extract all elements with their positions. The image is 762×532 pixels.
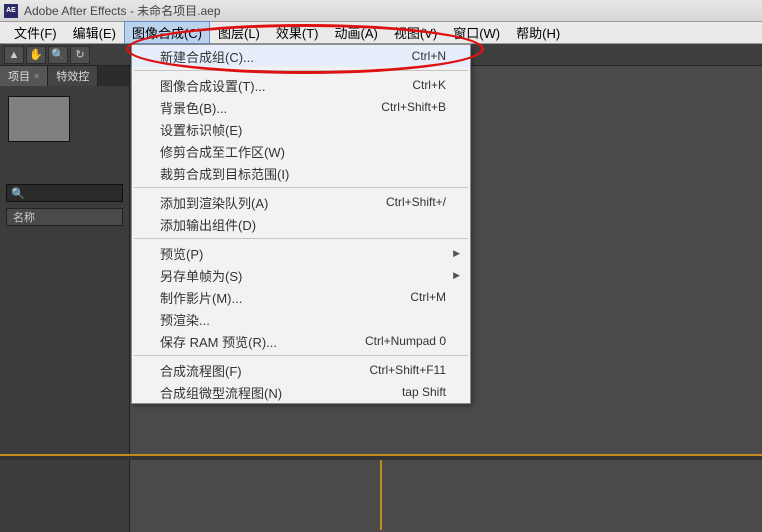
menu-item-shortcut: Ctrl+K <box>412 78 446 92</box>
menu-item-label: 预览(P) <box>160 244 446 263</box>
menu-item-shortcut: Ctrl+Shift+B <box>381 100 446 114</box>
menu-item-label: 添加到渲染队列(A) <box>160 193 386 212</box>
project-thumbnail[interactable] <box>8 96 70 142</box>
menu-item-1[interactable]: 编辑(E) <box>65 21 124 44</box>
menu-item-label: 新建合成组(C)... <box>160 47 412 66</box>
menu-item-6[interactable]: 裁剪合成到目标范围(I) <box>132 162 470 184</box>
menu-item-label: 背景色(B)... <box>160 98 381 117</box>
menu-item-4[interactable]: 设置标识帧(E) <box>132 118 470 140</box>
menu-separator <box>134 238 468 239</box>
menu-item-shortcut: Ctrl+M <box>410 290 446 304</box>
menu-item-5[interactable]: 修剪合成至工作区(W) <box>132 140 470 162</box>
menu-item-0[interactable]: 文件(F) <box>6 21 65 44</box>
thumbnail-label <box>10 152 119 154</box>
menu-item-18[interactable]: 合成组微型流程图(N)tap Shift <box>132 381 470 403</box>
project-panel: 项目 × 特效控 🔍 名称 <box>0 66 130 532</box>
panel-tabs: 项目 × 特效控 <box>0 66 129 86</box>
menu-item-8[interactable]: 帮助(H) <box>508 21 568 44</box>
menu-item-12[interactable]: 另存单帧为(S) ▶ <box>132 264 470 286</box>
menu-item-9[interactable]: 添加输出组件(D) <box>132 213 470 235</box>
menu-item-shortcut: Ctrl+Shift+F11 <box>370 363 446 377</box>
tool-button-0[interactable]: ▲ <box>4 46 24 64</box>
tab-project[interactable]: 项目 × <box>0 66 48 86</box>
menu-item-7[interactable]: 窗口(W) <box>445 21 508 44</box>
menu-item-2[interactable]: 图像合成(C) <box>124 21 210 44</box>
menu-item-label: 另存单帧为(S) <box>160 266 446 285</box>
column-header-name[interactable]: 名称 <box>6 208 123 226</box>
search-icon: 🔍 <box>11 187 25 200</box>
menu-separator <box>134 70 468 71</box>
menu-item-17[interactable]: 合成流程图(F)Ctrl+Shift+F11 <box>132 359 470 381</box>
tab-effects-label: 特效控 <box>56 68 89 84</box>
menu-item-shortcut: tap Shift <box>402 385 446 399</box>
composition-menu-dropdown: 新建合成组(C)...Ctrl+N图像合成设置(T)...Ctrl+K背景色(B… <box>131 44 471 404</box>
tab-project-label: 项目 <box>8 68 30 84</box>
menu-item-shortcut: Ctrl+Shift+/ <box>386 195 446 209</box>
close-icon[interactable]: × <box>34 71 39 81</box>
tool-button-3[interactable]: ↻ <box>70 46 90 64</box>
menu-item-label: 修剪合成至工作区(W) <box>160 142 446 161</box>
column-name-label: 名称 <box>13 209 35 225</box>
menu-item-11[interactable]: 预览(P) ▶ <box>132 242 470 264</box>
menu-item-label: 合成组微型流程图(N) <box>160 383 402 402</box>
menu-item-label: 制作影片(M)... <box>160 288 410 307</box>
tool-button-1[interactable]: ✋ <box>26 46 46 64</box>
menu-separator <box>134 355 468 356</box>
menu-item-label: 保存 RAM 预览(R)... <box>160 332 365 351</box>
menu-item-label: 图像合成设置(T)... <box>160 76 412 95</box>
app-icon: AE <box>4 4 18 18</box>
menu-item-4[interactable]: 效果(T) <box>268 21 327 44</box>
menu-separator <box>134 187 468 188</box>
menu-item-14[interactable]: 预渲染... <box>132 308 470 330</box>
menu-item-0[interactable]: 新建合成组(C)...Ctrl+N <box>132 45 470 67</box>
window-title: Adobe After Effects - 未命名项目.aep <box>24 2 221 19</box>
menu-item-3[interactable]: 图层(L) <box>210 21 268 44</box>
menu-item-3[interactable]: 背景色(B)...Ctrl+Shift+B <box>132 96 470 118</box>
tab-effects[interactable]: 特效控 <box>48 66 98 86</box>
menu-item-label: 合成流程图(F) <box>160 361 370 380</box>
menu-item-8[interactable]: 添加到渲染队列(A)Ctrl+Shift+/ <box>132 191 470 213</box>
menu-item-label: 设置标识帧(E) <box>160 120 446 139</box>
menu-item-13[interactable]: 制作影片(M)...Ctrl+M <box>132 286 470 308</box>
menu-item-shortcut: Ctrl+N <box>412 49 446 63</box>
timeline-playhead[interactable] <box>380 460 382 530</box>
search-row: 🔍 <box>6 184 123 202</box>
menu-item-2[interactable]: 图像合成设置(T)...Ctrl+K <box>132 74 470 96</box>
title-bar: AE Adobe After Effects - 未命名项目.aep <box>0 0 762 22</box>
submenu-arrow-icon: ▶ <box>453 270 460 281</box>
menu-item-label: 裁剪合成到目标范围(I) <box>160 164 446 183</box>
menu-item-6[interactable]: 视图(V) <box>386 21 445 44</box>
menu-item-15[interactable]: 保存 RAM 预览(R)...Ctrl+Numpad 0 <box>132 330 470 352</box>
menu-item-label: 预渲染... <box>160 310 446 329</box>
tool-button-2[interactable]: 🔍 <box>48 46 68 64</box>
menu-bar: 文件(F)编辑(E)图像合成(C)图层(L)效果(T)动画(A)视图(V)窗口(… <box>0 22 762 44</box>
menu-item-label: 添加输出组件(D) <box>160 215 446 234</box>
menu-item-5[interactable]: 动画(A) <box>327 21 386 44</box>
submenu-arrow-icon: ▶ <box>453 248 460 259</box>
menu-item-shortcut: Ctrl+Numpad 0 <box>365 334 446 348</box>
